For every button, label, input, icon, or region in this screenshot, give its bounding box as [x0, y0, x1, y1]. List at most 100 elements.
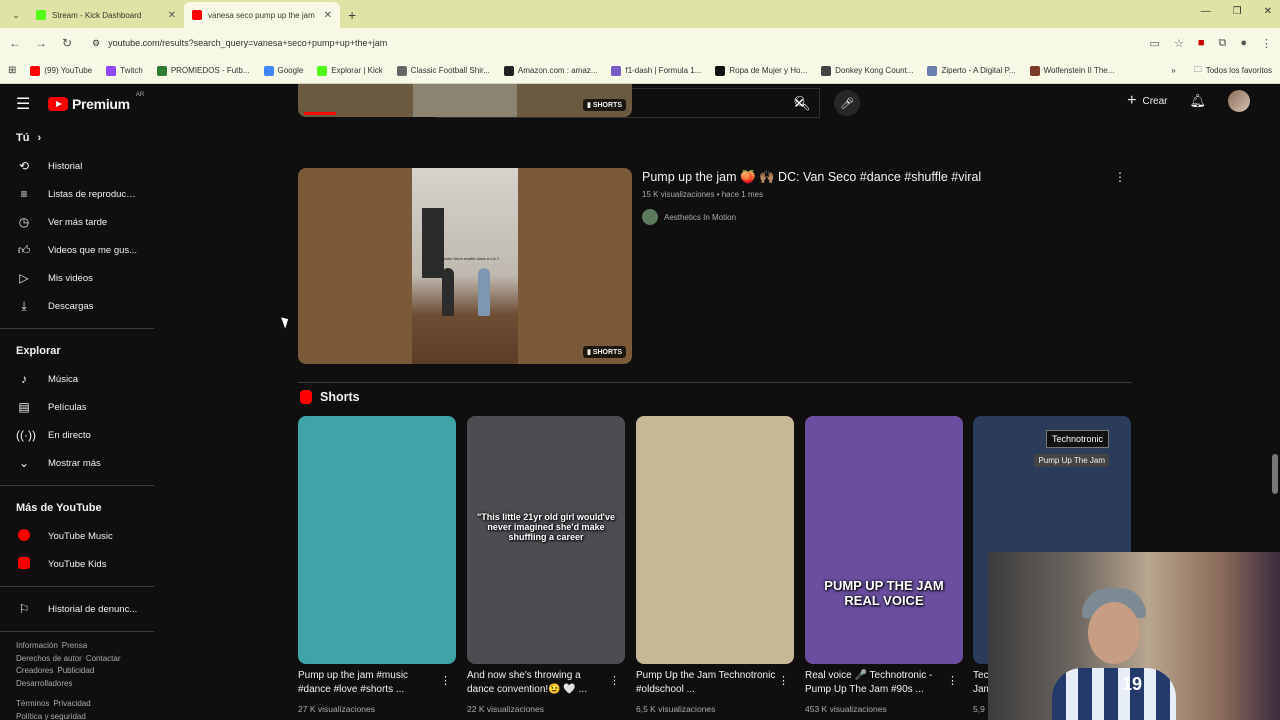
search-button[interactable]: 🔍︎ [784, 88, 820, 118]
footer-link[interactable]: Publicidad [57, 666, 94, 675]
short-title[interactable]: Pump up the jam #music #dance #love #sho… [298, 669, 438, 697]
new-tab-button[interactable]: + [340, 7, 364, 28]
bookmark-favicon-icon [927, 65, 938, 76]
page-scrollbar[interactable] [1272, 454, 1278, 494]
bookmark-item[interactable]: Ziperto - A Digital P... [927, 65, 1016, 76]
more-actions-icon[interactable]: ⋮ [947, 674, 958, 687]
footer-link[interactable]: Política y seguridad [16, 712, 86, 720]
footer-row: Derechos de autor Contactar [16, 653, 138, 666]
short-thumbnail[interactable] [636, 416, 794, 664]
bookmark-label: Amazon.com : amaz... [517, 66, 598, 75]
create-button[interactable]: + Crear [1127, 92, 1167, 110]
short-title[interactable]: Real voice 🎤 Technotronic - Pump Up The … [805, 669, 945, 697]
reload-icon[interactable]: ↻ [60, 36, 74, 50]
restore-icon[interactable]: ❐ [1233, 6, 1242, 17]
close-window-icon[interactable]: ✕ [1264, 6, 1272, 17]
minimize-icon[interactable]: — [1201, 6, 1211, 17]
sidebar-item-my-videos[interactable]: ▷ Mis videos [0, 264, 154, 292]
menu-icon[interactable]: ⋮ [1261, 37, 1272, 50]
footer-link[interactable]: Términos [16, 699, 49, 708]
sidebar-item-playlists[interactable]: ≡ Listas de reproducc... [0, 180, 154, 208]
short-views: 22 K visualizaciones [467, 704, 545, 714]
video-title[interactable]: Pump up the jam 🍑 🙌🏽 DC: Van Seco #dance… [642, 170, 1122, 185]
more-actions-icon[interactable]: ⋮ [609, 674, 620, 687]
footer-link[interactable]: Información [16, 641, 58, 650]
browser-tab-kick[interactable]: Stream - Kick Dashboard ✕ [28, 2, 184, 28]
bookmark-item[interactable]: Wolfenstein II The... [1029, 65, 1115, 76]
pdf-extension-icon[interactable]: ■ [1198, 37, 1205, 50]
account-avatar[interactable] [1228, 90, 1250, 112]
back-icon[interactable]: ← [8, 36, 22, 50]
bookmark-item[interactable]: Ropa de Mujer y Ho... [715, 65, 807, 76]
footer-link[interactable]: Prensa [62, 641, 87, 650]
sidebar-item-live[interactable]: ((·)) En directo [0, 421, 154, 449]
sidebar-item-movies[interactable]: ▤ Películas [0, 393, 154, 421]
browser-tab-youtube[interactable]: vanesa seco pump up the jam ✕ [184, 2, 340, 28]
bookmark-item[interactable]: f1-dash | Formula 1... [611, 65, 701, 76]
apps-icon[interactable]: ⊞ [8, 65, 16, 76]
bookmark-label: Google [277, 66, 304, 75]
sidebar-item-music[interactable]: ♪ Música [0, 365, 154, 393]
video-info: Pump up the jam 🍑 🙌🏽 DC: Van Seco #dance… [642, 170, 1122, 225]
sidebar-item-history[interactable]: ⟲ Historial [0, 152, 154, 180]
sidebar-item-report-history[interactable]: ⚐ Historial de denunc... [0, 595, 154, 623]
bookmark-label: Classic Football Shir... [410, 66, 490, 75]
notifications-bell-icon[interactable]: 🔔︎ [1189, 93, 1206, 109]
shorts-shelf-header: Shorts [300, 390, 360, 404]
bookmark-item[interactable]: Classic Football Shir... [396, 65, 490, 76]
short-overlay-tag: Technotronic [1045, 430, 1109, 448]
more-actions-icon[interactable]: ⋮ [1114, 170, 1126, 184]
all-bookmarks-folder[interactable]: 🗀 Todos los favoritos [1194, 64, 1272, 78]
bookmark-item[interactable]: PROMIEDOS - Futb... [156, 65, 250, 76]
bookmark-label: Wolfenstein II The... [1043, 66, 1115, 75]
profile-icon[interactable]: ● [1240, 37, 1247, 50]
video-icon: ▷ [19, 271, 29, 285]
url-field[interactable]: ⚙ youtube.com/results?search_query=vanes… [86, 32, 1138, 54]
channel-link[interactable]: Aesthetics In Motion [642, 209, 1122, 225]
voice-search-button[interactable]: 🎤︎ [834, 90, 860, 116]
you-section-header[interactable]: Tú › [0, 124, 154, 152]
more-bookmarks-icon[interactable]: » [1171, 66, 1175, 75]
tab-search-button[interactable]: ⌄ [8, 7, 24, 23]
more-actions-icon[interactable]: ⋮ [778, 674, 789, 687]
footer-link[interactable]: Desarrolladores [16, 679, 72, 688]
extensions-icon[interactable]: ⧉ [1218, 37, 1226, 50]
footer-link[interactable]: Derechos de autor [16, 654, 82, 663]
video-thumbnail-short-2[interactable]: POV: You take Van's shuffle class in LA … [298, 168, 632, 364]
sidebar-item-show-more[interactable]: ⌄ Mostrar más [0, 449, 154, 477]
short-thumbnail[interactable]: "This little 21yr old girl would've neve… [467, 416, 625, 664]
sidebar-item-downloads[interactable]: ⤓ Descargas [0, 292, 154, 320]
bookmark-item[interactable]: Amazon.com : amaz... [503, 65, 598, 76]
clock-icon: ◷ [18, 215, 30, 229]
youtube-premium-logo[interactable]: Premium AR [48, 92, 144, 112]
bookmark-item[interactable]: Explorar | Kick [317, 65, 383, 76]
close-tab-icon[interactable]: ✕ [324, 10, 332, 21]
site-info-icon[interactable]: ⚙ [92, 38, 100, 49]
close-tab-icon[interactable]: ✕ [168, 10, 176, 21]
footer-link[interactable]: Contactar [86, 654, 121, 663]
bookmark-label: Twitch [120, 66, 143, 75]
forward-icon[interactable]: → [34, 36, 48, 50]
sidebar-item-youtube-music[interactable]: YouTube Music [0, 522, 154, 550]
bookmark-star-icon[interactable]: ☆ [1174, 37, 1184, 50]
bookmarks-bar: ⊞ (99) YouTube Twitch PROMIEDOS - Futb... G… [0, 58, 1280, 84]
bookmark-item[interactable]: (99) YouTube [30, 65, 92, 76]
short-thumbnail[interactable] [298, 416, 456, 664]
short-title[interactable]: Pump Up the Jam Technotronic #oldschool … [636, 669, 776, 697]
bookmark-item[interactable]: Twitch [106, 65, 143, 76]
short-title[interactable]: And now she's throwing a dance conventio… [467, 669, 607, 697]
more-actions-icon[interactable]: ⋮ [440, 674, 451, 687]
video-thumbnail-short-1[interactable]: ▮ SHORTS [298, 84, 632, 117]
guide-menu-icon[interactable]: ☰ [16, 94, 40, 114]
footer-link[interactable]: Privacidad [53, 699, 90, 708]
sidebar-item-liked[interactable]: 👍︎ Videos que me gus... [0, 236, 154, 264]
sidebar-item-youtube-kids[interactable]: YouTube Kids [0, 550, 154, 578]
bookmark-item[interactable]: Donkey Kong Count... [821, 65, 913, 76]
cast-icon[interactable]: ▭ [1150, 37, 1160, 50]
create-label: Crear [1142, 95, 1168, 107]
short-views: 5,9 [973, 704, 985, 714]
short-thumbnail[interactable]: PUMP UP THE JAM REAL VOICE [805, 416, 963, 664]
bookmark-item[interactable]: Google [263, 65, 304, 76]
sidebar-item-watch-later[interactable]: ◷ Ver más tarde [0, 208, 154, 236]
footer-link[interactable]: Creadores [16, 666, 53, 675]
